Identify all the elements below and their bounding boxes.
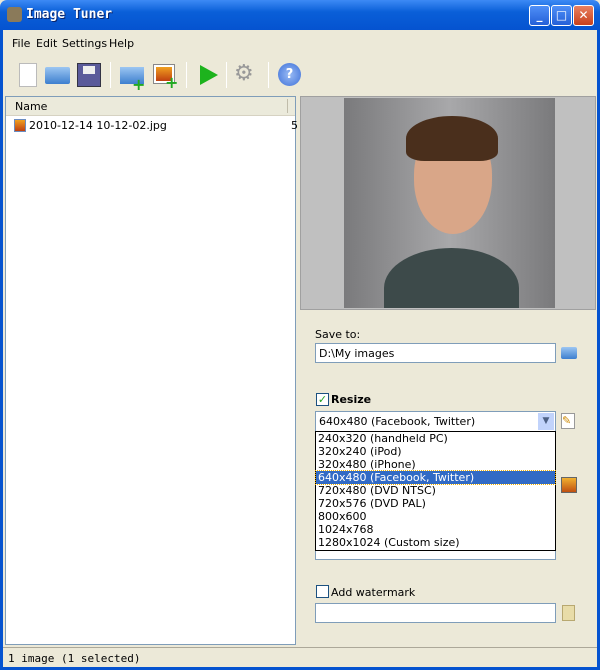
image-file-icon bbox=[14, 119, 26, 132]
file-size: 5 bbox=[291, 119, 298, 132]
resize-select[interactable]: 640x480 (Facebook, Twitter) ▼ bbox=[315, 411, 556, 432]
save-icon[interactable] bbox=[75, 61, 103, 89]
maximize-button[interactable]: □ bbox=[551, 5, 572, 26]
watermark-checkbox[interactable] bbox=[316, 585, 329, 598]
file-name: 2010-12-14 10-12-02.jpg bbox=[29, 119, 167, 132]
column-label: Name bbox=[15, 100, 48, 113]
minimize-button[interactable]: _ bbox=[529, 5, 550, 26]
help-icon[interactable]: ? bbox=[276, 61, 304, 89]
option-selected[interactable]: 640x480 (Facebook, Twitter) bbox=[315, 470, 556, 485]
option[interactable]: 1280x1024 (Custom size) bbox=[316, 536, 555, 549]
open-folder-icon[interactable] bbox=[43, 61, 71, 89]
file-row[interactable]: 2010-12-14 10-12-02.jpg 5 bbox=[6, 117, 298, 134]
image-preview bbox=[300, 96, 596, 310]
resize-selected-value: 640x480 (Facebook, Twitter) bbox=[319, 415, 476, 428]
option[interactable]: 1024x768 bbox=[316, 523, 555, 536]
toolbar-separator bbox=[226, 62, 227, 88]
toolbar-separator bbox=[268, 62, 269, 88]
file-list[interactable]: Name 2010-12-14 10-12-02.jpg 5 bbox=[5, 96, 298, 645]
browse-folder-icon[interactable] bbox=[561, 347, 577, 359]
option[interactable]: 720x576 (DVD PAL) bbox=[316, 497, 555, 510]
menu-file[interactable]: File bbox=[12, 37, 30, 50]
watermark-settings-icon[interactable] bbox=[561, 477, 577, 493]
app-icon bbox=[7, 7, 22, 22]
preview-photo bbox=[344, 98, 555, 308]
add-image-icon[interactable]: + bbox=[151, 61, 179, 92]
option[interactable]: 800x600 bbox=[316, 510, 555, 523]
save-to-label: Save to: bbox=[315, 328, 361, 341]
toolbar-separator bbox=[186, 62, 187, 88]
watermark-file-icon[interactable] bbox=[562, 605, 575, 621]
column-header-name[interactable]: Name bbox=[6, 97, 295, 116]
resize-dropdown-list[interactable]: 240x320 (handheld PC) 320x240 (iPod) 320… bbox=[315, 431, 556, 551]
window-title: Image Tuner bbox=[26, 7, 113, 22]
menu-settings[interactable]: Settings bbox=[62, 37, 107, 50]
run-icon[interactable] bbox=[194, 61, 222, 89]
toolbar-separator bbox=[110, 62, 111, 88]
close-button[interactable]: ✕ bbox=[573, 5, 594, 26]
chevron-down-icon[interactable]: ▼ bbox=[538, 413, 554, 430]
title-bar[interactable]: Image Tuner _ □ ✕ bbox=[0, 0, 600, 30]
new-icon[interactable] bbox=[13, 61, 41, 89]
option[interactable]: 240x320 (handheld PC) bbox=[316, 432, 555, 445]
option[interactable]: 720x480 (DVD NTSC) bbox=[316, 484, 555, 497]
resize-checkbox[interactable]: ✓ bbox=[316, 393, 329, 406]
status-bar: 1 image (1 selected) bbox=[3, 647, 597, 667]
edit-sizes-icon[interactable]: ✎ bbox=[561, 413, 575, 429]
watermark-input[interactable] bbox=[315, 603, 556, 623]
save-to-input[interactable] bbox=[315, 343, 556, 363]
option[interactable]: 320x480 (iPhone) bbox=[316, 458, 555, 471]
menu-help[interactable]: Help bbox=[109, 37, 134, 50]
watermark-label: Add watermark bbox=[331, 586, 416, 599]
add-folder-icon[interactable]: + bbox=[118, 61, 146, 94]
resize-label: Resize bbox=[331, 393, 372, 406]
settings-icon[interactable]: ⚙ bbox=[234, 61, 262, 89]
menu-edit[interactable]: Edit bbox=[36, 37, 57, 50]
option[interactable]: 320x240 (iPod) bbox=[316, 445, 555, 458]
